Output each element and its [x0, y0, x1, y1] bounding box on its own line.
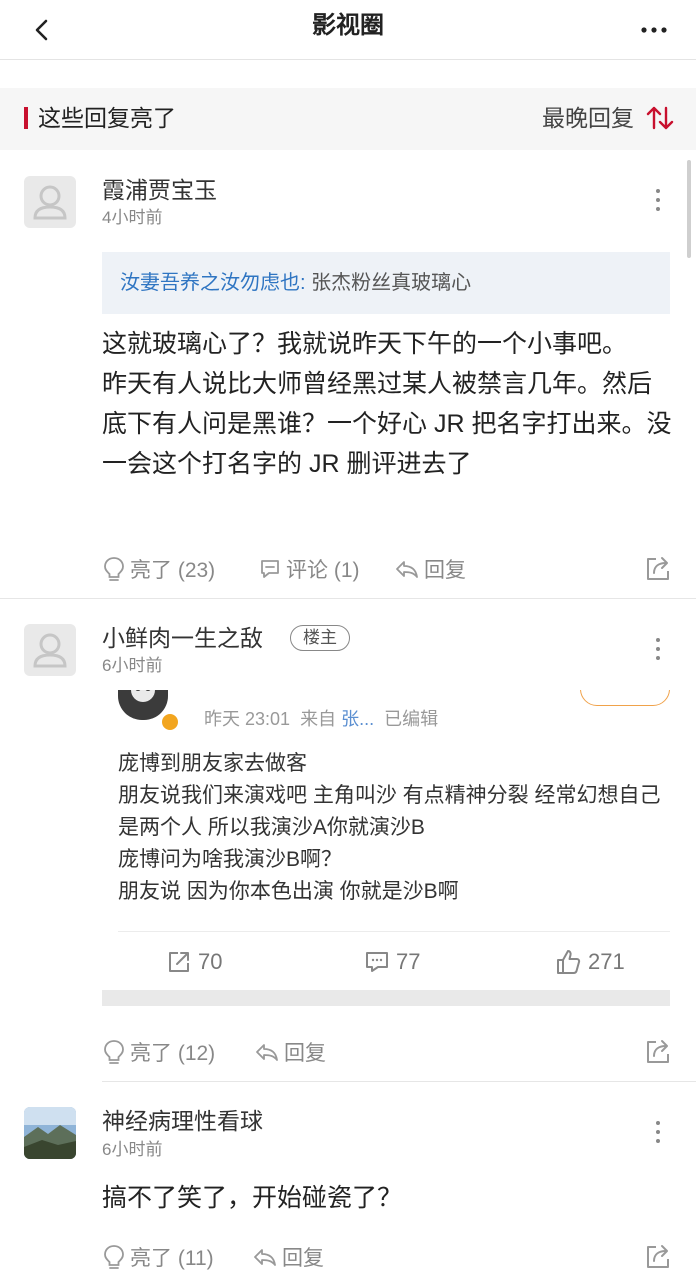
scrollbar[interactable] — [687, 160, 691, 258]
embedded-meta: 昨天 23:01 来自 张... 已编辑 — [204, 708, 438, 730]
comment-body: 搞不了笑了，开始碰瓷了？ — [102, 1184, 403, 1212]
comment-icon — [261, 560, 279, 578]
embedded-text: 庞博到朋友家去做客 朋友说我们来演戏吧 主角叫沙 有点精神分裂 经常幻想自己是两… — [118, 752, 661, 903]
light-count: 亮了 (12) — [130, 1042, 216, 1065]
reply-label: 回复 — [282, 1247, 324, 1270]
light-button[interactable]: 亮了 (12) — [102, 1034, 215, 1070]
landscape-avatar-icon — [24, 1107, 76, 1159]
more-horizontal-icon — [641, 27, 667, 33]
comment-username[interactable]: 神经病理性看球 — [102, 1107, 263, 1135]
default-avatar-icon — [33, 633, 67, 668]
more-vertical-icon[interactable] — [648, 187, 668, 213]
sort-arrows-icon[interactable] — [644, 102, 676, 134]
lightbulb-icon — [104, 1040, 124, 1064]
top-bar: 影视圈 — [0, 0, 696, 60]
reply-arrow-icon — [254, 1249, 276, 1266]
quoted-reply[interactable]: 汝妻吾养之汝勿虑也: 张杰粉丝真玻璃心 — [102, 252, 670, 314]
comment-time: 6小时前 — [102, 656, 163, 675]
light-count: 亮了 (23) — [130, 559, 216, 582]
op-badge: 楼主 — [290, 625, 350, 651]
comment-time: 4小时前 — [102, 208, 163, 227]
embedded-repost-count: 70 — [198, 949, 223, 974]
default-avatar-icon — [33, 185, 67, 220]
section-title: 这些回复亮了 — [38, 105, 176, 131]
reply-arrow-icon — [256, 1044, 278, 1061]
quoted-text: 张杰粉丝真玻璃心 — [305, 272, 472, 294]
comment-username[interactable]: 小鲜肉一生之敌 — [102, 624, 263, 652]
reply-arrow-icon — [396, 561, 418, 578]
repost-icon — [169, 952, 189, 972]
comment-actions: 亮了 (11) 回复 — [102, 1239, 674, 1275]
more-vertical-icon[interactable] — [648, 636, 668, 662]
embedded-divider — [118, 931, 670, 932]
comment-actions: 亮了 (12) 回复 — [102, 1034, 674, 1070]
thumbs-up-icon — [557, 950, 581, 974]
light-button[interactable]: 亮了 (23) — [102, 551, 215, 587]
comment-body: 这就玻璃心了？我就说昨天下午的一个小事吧。 昨天有人说比大师曾经黑过某人被禁言几… — [102, 330, 672, 478]
embedded-like-stat: 271 — [554, 946, 625, 978]
comment-divider — [102, 1081, 696, 1082]
reply-button[interactable]: 回复 — [254, 1034, 326, 1070]
reply-label: 回复 — [424, 559, 466, 582]
comment-username[interactable]: 霞浦贾宝玉 — [102, 176, 217, 204]
avatar[interactable] — [24, 176, 76, 228]
more-vertical-icon[interactable] — [648, 1119, 668, 1145]
lightbulb-icon — [104, 557, 124, 581]
section-header: 这些回复亮了 最晚回复 — [0, 88, 696, 150]
avatar[interactable] — [24, 624, 76, 676]
lightbulb-icon — [104, 1245, 124, 1269]
embedded-bottom-edge — [102, 990, 670, 1006]
embedded-source: 张... — [341, 709, 375, 729]
comment-icon — [366, 952, 388, 972]
more-button[interactable] — [636, 12, 672, 48]
comment-actions: 亮了 (23) 评论 (1) 回复 — [102, 551, 674, 587]
reply-button[interactable]: 回复 — [252, 1239, 324, 1275]
section-accent-bar — [24, 107, 28, 129]
embedded-like-count: 271 — [588, 949, 625, 974]
reply-label: 回复 — [284, 1042, 326, 1065]
embedded-comment-count: 77 — [396, 949, 421, 974]
share-icon[interactable] — [642, 553, 674, 585]
embedded-comment-stat: 77 — [364, 946, 420, 978]
avatar[interactable] — [24, 1107, 76, 1159]
light-button[interactable]: 亮了 (11) — [102, 1239, 214, 1275]
comment-count: 评论 (1) — [286, 559, 360, 582]
embedded-follow-button — [580, 690, 670, 706]
embedded-avatar — [118, 690, 168, 720]
verified-badge-icon — [160, 712, 180, 732]
embedded-edited: 已编辑 — [384, 709, 439, 729]
light-count: 亮了 (11) — [130, 1247, 214, 1270]
share-icon[interactable] — [642, 1036, 674, 1068]
quoted-username[interactable]: 汝妻吾养之汝勿虑也: — [120, 272, 306, 294]
reply-button[interactable]: 回复 — [394, 551, 466, 587]
embedded-time: 昨天 23:01 — [204, 709, 291, 729]
comment-divider — [0, 598, 696, 599]
embedded-post-screenshot[interactable]: 昨天 23:01 来自 张... 已编辑 庞博到朋友家去做客 朋友说我们来演戏吧… — [102, 690, 670, 1006]
embedded-repost-stat: 70 — [166, 946, 222, 978]
embedded-source-prefix: 来自 — [300, 709, 342, 729]
sort-label[interactable]: 最晚回复 — [542, 104, 634, 132]
page-title: 影视圈 — [312, 12, 384, 39]
comment-button[interactable]: 评论 (1) — [258, 551, 360, 587]
share-icon[interactable] — [642, 1241, 674, 1273]
comment-time: 6小时前 — [102, 1140, 163, 1159]
